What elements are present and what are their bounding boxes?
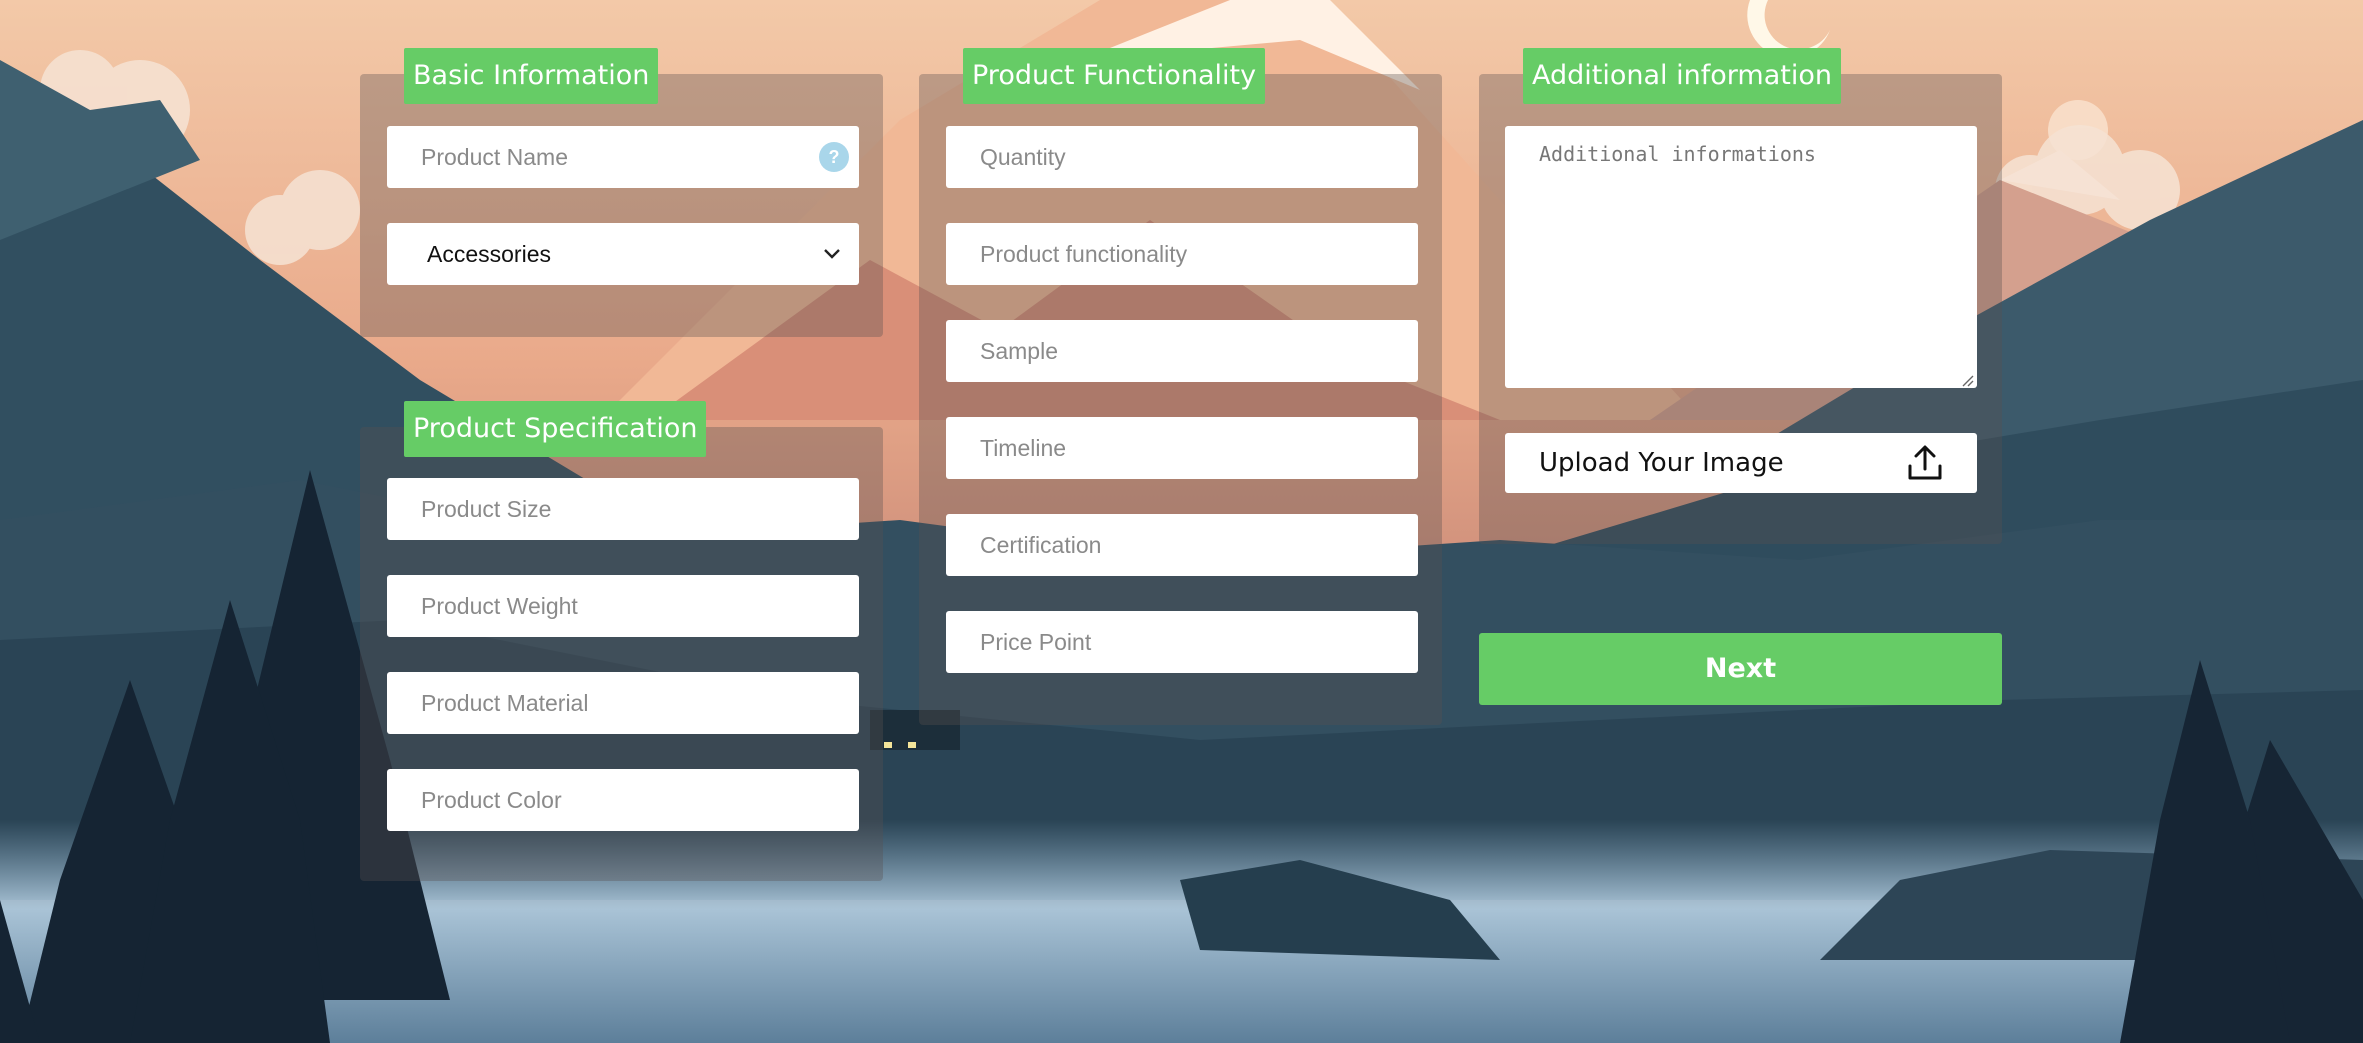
upload-image-button[interactable]: Upload Your Image xyxy=(1505,433,1977,493)
section-title-additional-information: Additional information xyxy=(1523,48,1841,104)
additional-information-textarea[interactable] xyxy=(1505,126,1977,388)
product-name-input[interactable] xyxy=(387,126,859,188)
question-mark-icon[interactable]: ? xyxy=(819,142,849,172)
certification-input[interactable] xyxy=(946,514,1418,576)
product-functionality-input[interactable] xyxy=(946,223,1418,285)
section-title-basic-information: Basic Information xyxy=(404,48,659,104)
timeline-input[interactable] xyxy=(946,417,1418,479)
product-size-input[interactable] xyxy=(387,478,859,540)
next-button[interactable]: Next xyxy=(1479,633,2002,705)
product-color-input[interactable] xyxy=(387,769,859,831)
product-weight-input[interactable] xyxy=(387,575,859,637)
sample-input[interactable] xyxy=(946,320,1418,382)
section-title-product-specification: Product Specification xyxy=(404,401,707,457)
basic-information-panel xyxy=(360,74,883,337)
price-point-input[interactable] xyxy=(946,611,1418,673)
resize-grip-icon[interactable] xyxy=(1962,375,1974,387)
quantity-input[interactable] xyxy=(946,126,1418,188)
category-select-value: Accessories xyxy=(427,240,551,267)
upload-image-label: Upload Your Image xyxy=(1539,448,1784,478)
category-select[interactable]: Accessories xyxy=(387,223,859,285)
section-title-product-functionality: Product Functionality xyxy=(963,48,1266,104)
chevron-down-icon xyxy=(824,249,840,259)
upload-icon xyxy=(1908,445,1942,480)
product-material-input[interactable] xyxy=(387,672,859,734)
